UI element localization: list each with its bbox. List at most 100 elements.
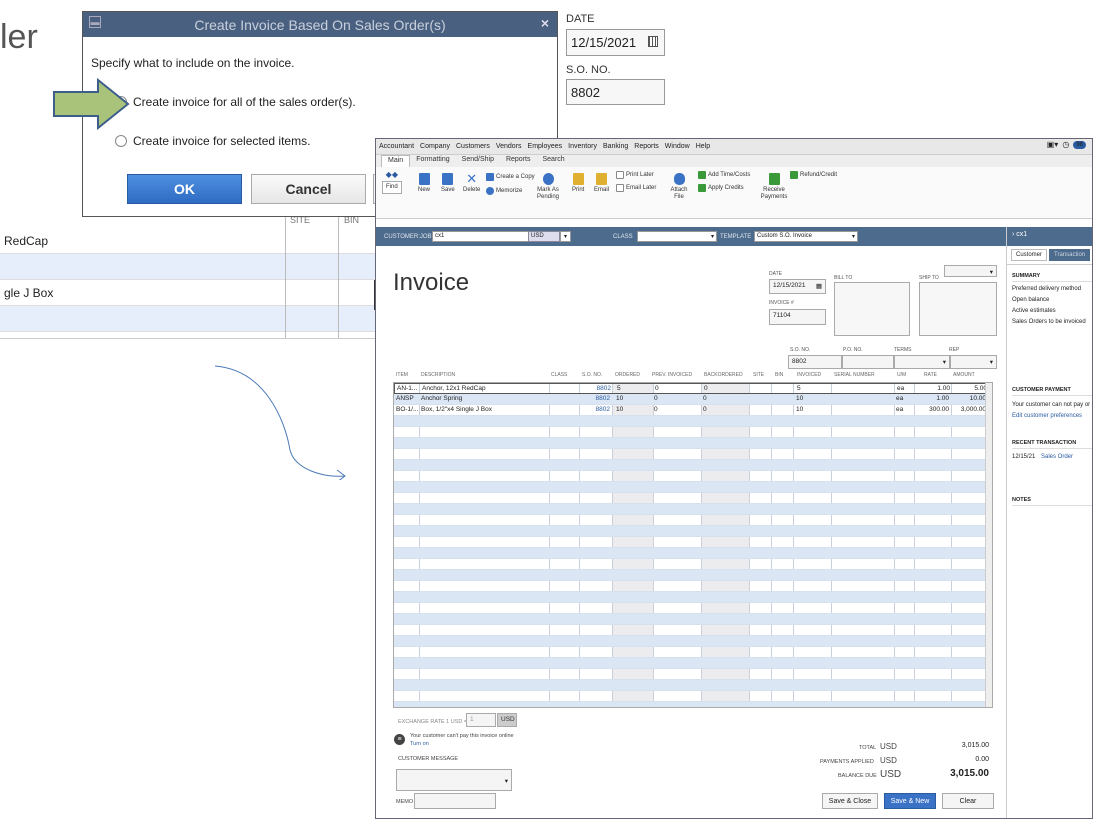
tab-search[interactable]: Search [536, 155, 570, 167]
cell-amount[interactable]: 3,000.00 [949, 406, 986, 413]
option-selected-radio-row[interactable]: Create invoice for selected items. [115, 134, 310, 148]
bill-to-box[interactable] [834, 282, 910, 336]
menu-accountant[interactable]: Accountant [379, 143, 414, 150]
save-close-button[interactable]: Save & Close [822, 793, 878, 809]
chevron-down-icon[interactable]: ▾ [505, 777, 508, 785]
bg-date-field[interactable]: 12/15/2021 [566, 29, 665, 56]
cell-um[interactable]: ea [896, 406, 903, 413]
menu-help[interactable]: Help [696, 143, 710, 150]
clear-button[interactable]: Clear [942, 793, 994, 809]
table-row[interactable] [394, 537, 992, 548]
create-copy-button[interactable]: Create a Copy [486, 173, 535, 181]
cell-so-no[interactable]: 8802 [582, 406, 610, 413]
refund-credit-button[interactable]: Refund/Credit [790, 171, 837, 179]
cell-backordered[interactable]: 0 [704, 385, 708, 392]
table-row[interactable] [394, 559, 992, 570]
po-no-field[interactable] [842, 355, 894, 369]
so-no-field[interactable]: 8802 [788, 355, 842, 369]
menu-vendors[interactable]: Vendors [496, 143, 522, 150]
cancel-button[interactable]: Cancel [251, 174, 366, 204]
cell-prev-invoiced[interactable]: 0 [654, 406, 658, 413]
tab-formatting[interactable]: Formatting [410, 155, 455, 167]
tab-reports[interactable]: Reports [500, 155, 537, 167]
email-later-checkbox[interactable]: Email Later [616, 184, 656, 192]
option-selected-radio[interactable] [115, 135, 127, 147]
cell-ordered[interactable]: 10 [616, 395, 623, 402]
memorize-button[interactable]: Memorize [486, 187, 522, 195]
table-row[interactable] [394, 438, 992, 449]
cell-backordered[interactable]: 0 [703, 406, 707, 413]
cell-item[interactable]: ANSP [396, 395, 414, 402]
template-dropdown[interactable]: Custom S.O. Invoice ▾ [754, 231, 858, 242]
cell-amount[interactable]: 10.00 [949, 395, 986, 402]
cell-description[interactable]: Anchor, 12x1 RedCap [422, 385, 486, 392]
table-row[interactable] [394, 691, 992, 702]
menu-window[interactable]: Window [665, 143, 690, 150]
calendar-icon[interactable]: ▦ [816, 282, 822, 290]
cell-amount[interactable]: 5.00 [950, 385, 987, 392]
table-row[interactable]: RedCap [0, 228, 378, 254]
cell-ordered[interactable]: 10 [616, 406, 623, 413]
table-row[interactable] [394, 702, 992, 707]
chevron-down-icon[interactable]: ▾ [711, 233, 714, 240]
menu-company[interactable]: Company [420, 143, 450, 150]
cell-rate[interactable]: 300.00 [916, 406, 949, 413]
table-row[interactable] [0, 254, 378, 280]
mark-as-pending-button[interactable]: Mark As Pending [536, 173, 560, 201]
bg-so-field[interactable]: 8802 [566, 79, 665, 105]
table-row[interactable] [0, 306, 378, 332]
cell-rate[interactable]: 1.00 [916, 395, 949, 402]
class-dropdown[interactable]: ▾ [637, 231, 717, 242]
ship-to-box[interactable] [919, 282, 997, 336]
ship-to-dropdown[interactable]: ▾ [944, 265, 997, 277]
notification-badge[interactable]: 98 [1073, 140, 1086, 149]
table-row[interactable] [394, 680, 992, 691]
exchange-rate-field[interactable]: 1 [466, 713, 496, 727]
calendar-icon[interactable] [648, 36, 658, 47]
cell-item[interactable]: BO-1/... [396, 406, 418, 413]
table-row[interactable] [394, 526, 992, 537]
find-button[interactable]: ◆◆ Find [382, 171, 402, 194]
table-row[interactable] [394, 416, 992, 427]
terms-dropdown[interactable]: ▾ [894, 355, 950, 369]
menu-employees[interactable]: Employees [528, 143, 563, 150]
rep-dropdown[interactable]: ▾ [950, 355, 997, 369]
table-row[interactable] [394, 614, 992, 625]
option-all-radio-row[interactable]: Create invoice for all of the sales orde… [115, 95, 356, 109]
table-row[interactable]: ANSP Anchor Spring 8802 10 0 0 10 ea 1.00 10.00 [394, 394, 992, 405]
grid-scrollbar[interactable] [985, 383, 992, 707]
checkbox-icon[interactable] [616, 171, 624, 179]
cell-item[interactable]: AN-1... [397, 385, 417, 392]
print-button[interactable]: Print [572, 173, 584, 194]
cell-rate[interactable]: 1.00 [917, 385, 950, 392]
table-row[interactable] [394, 625, 992, 636]
panel-header[interactable]: › cx1 [1007, 227, 1092, 246]
table-row[interactable]: gle J Box [0, 280, 378, 306]
chevron-right-icon[interactable]: › [1012, 231, 1014, 238]
attach-file-button[interactable]: Attach File [670, 173, 688, 201]
edit-preferences-link[interactable]: Edit customer preferences [1012, 413, 1082, 419]
tab-send-ship[interactable]: Send/Ship [456, 155, 500, 167]
cell-description[interactable]: Anchor Spring [421, 395, 462, 402]
customer-message-dropdown[interactable]: ▾ [396, 769, 512, 791]
clock-icon[interactable]: ◷ [1062, 140, 1069, 149]
ok-button[interactable]: OK [127, 174, 242, 204]
chevron-down-icon[interactable]: ▾ [990, 358, 993, 366]
close-icon[interactable]: × [541, 15, 549, 31]
chevron-down-icon[interactable]: ▾ [852, 233, 855, 240]
cell-ordered[interactable]: 5 [617, 385, 621, 392]
cell-prev-invoiced[interactable]: 0 [654, 395, 658, 402]
table-row[interactable] [394, 581, 992, 592]
table-row[interactable] [394, 592, 992, 603]
email-button[interactable]: Email [594, 173, 609, 194]
cell-so-no[interactable]: 8802 [583, 385, 611, 392]
panel-tab-customer[interactable]: Customer [1011, 249, 1048, 261]
checkbox-icon[interactable] [616, 184, 624, 192]
cell-um[interactable]: ea [897, 385, 904, 392]
apply-credits-button[interactable]: Apply Credits [698, 184, 744, 192]
dialog-title-bar[interactable]: ▬ Create Invoice Based On Sales Order(s)… [83, 12, 557, 37]
table-row[interactable] [394, 471, 992, 482]
table-row[interactable] [394, 449, 992, 460]
option-selected-label[interactable]: Create invoice for selected items. [133, 134, 310, 148]
receive-payments-button[interactable]: Receive Payments [760, 173, 788, 201]
